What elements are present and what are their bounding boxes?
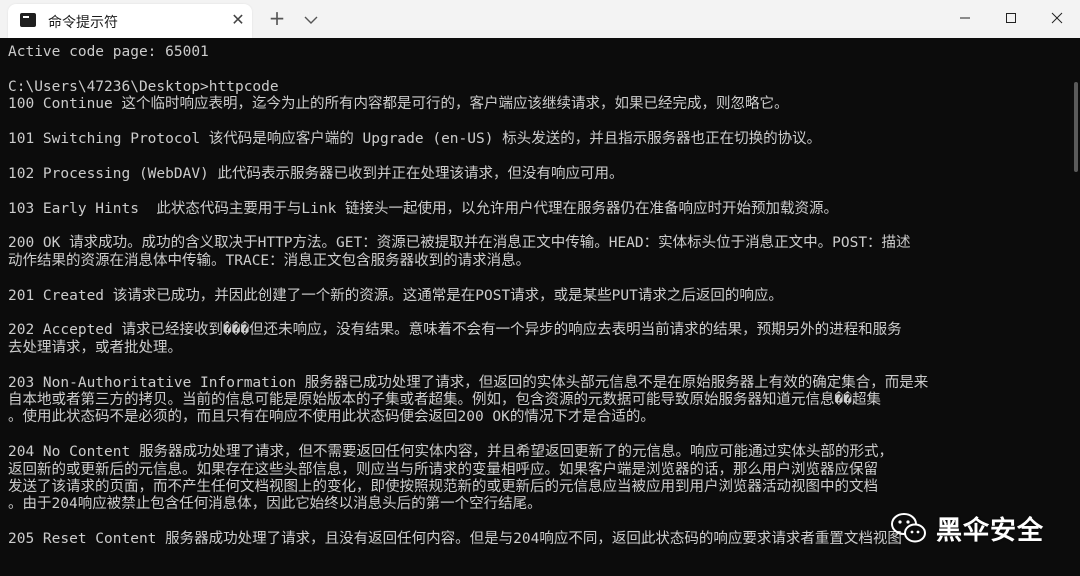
console-line: 返回新的或更新后的元信息。如果存在这些头部信息，则应当与所请求的变量相呼应。如果… — [8, 461, 878, 478]
vertical-scrollbar[interactable] — [1072, 38, 1080, 576]
console-line: 201 Created 该请求已成功，并因此创建了一个新的资源。这通常是在POS… — [8, 287, 783, 304]
close-icon — [1051, 12, 1063, 24]
console-output[interactable]: Active code page: 65001 C:\Users\47236\De… — [0, 38, 1072, 576]
console-line: 204 No Content 服务器成功处理了请求，但不需要返回任何实体内容，并… — [8, 444, 893, 461]
tab-dropdown-button[interactable] — [300, 9, 322, 31]
console-line: 。使用此状态码不是必须的，而且只有在响应不使用此状态码便会返回200 OK的情况… — [8, 409, 655, 426]
console-line: 去处理请求，或者批处理。 — [8, 339, 182, 356]
console-text: Active code page: 65001 C:\Users\47236\De… — [8, 44, 1058, 549]
console-line: 101 Switching Protocol 该代码是响应客户端的 Upgrad… — [8, 131, 822, 147]
console-line: 动作结果的资源在消息体中传输。TRACE：消息正文包含服务器收到的请求消息。 — [8, 252, 531, 269]
new-tab-button[interactable]: + — [266, 8, 288, 30]
title-bar: 命令提示符 ✕ + — [0, 0, 1080, 39]
console-line: 203 Non-Authoritative Information 服务器已成功… — [8, 374, 929, 391]
console-line: Active code page: 65001 — [8, 44, 209, 60]
maximize-icon — [1006, 13, 1016, 23]
console-line: 102 Processing (WebDAV) 此代码表示服务器已收到并正在处理… — [8, 165, 624, 182]
console-line: 202 Accepted 请求已经接收到���但还未响应，没有结果。意味着不会有… — [8, 322, 902, 339]
minimize-icon — [960, 17, 970, 19]
maximize-button[interactable] — [988, 0, 1034, 36]
tab-title: 命令提示符 — [48, 15, 118, 31]
tab-command-prompt[interactable]: 命令提示符 ✕ — [8, 4, 252, 38]
console-line: 自本地或者第三方的拷贝。当前的信息可能是原始版本的子集或者超集。例如，包含资源的… — [8, 392, 881, 408]
terminal-icon — [20, 13, 36, 27]
watermark-text: 黑伞安全 — [936, 515, 1045, 546]
console-line: 100 Continue 这个临时响应表明，迄今为止的所有内容都是可行的，客户端… — [8, 96, 789, 113]
tab-close-button[interactable]: ✕ — [228, 10, 248, 30]
terminal-window: 命令提示符 ✕ + Active code page: 65001 C:\Use… — [0, 0, 1080, 576]
console-line: 200 OK 请求成功。成功的含义取决于HTTP方法。GET：资源已被提取并在消… — [8, 235, 911, 252]
console-line: C:\Users\47236\Desktop>httpcode — [8, 78, 279, 95]
close-window-button[interactable] — [1034, 0, 1080, 36]
scrollbar-thumb[interactable] — [1074, 82, 1078, 172]
wechat-logo-icon — [891, 513, 926, 543]
chevron-down-icon — [304, 16, 318, 24]
console-line: 103 Early Hints 此状态代码主要用于与Link 链接头一起使用，以… — [8, 200, 839, 217]
console-line: 发送了该请求的页面，而不产生任何文档视图上的变化，即使按照规范新的或更新后的元信… — [8, 479, 878, 496]
minimize-button[interactable] — [942, 0, 988, 36]
watermark: 黑伞安全 — [890, 508, 1044, 548]
